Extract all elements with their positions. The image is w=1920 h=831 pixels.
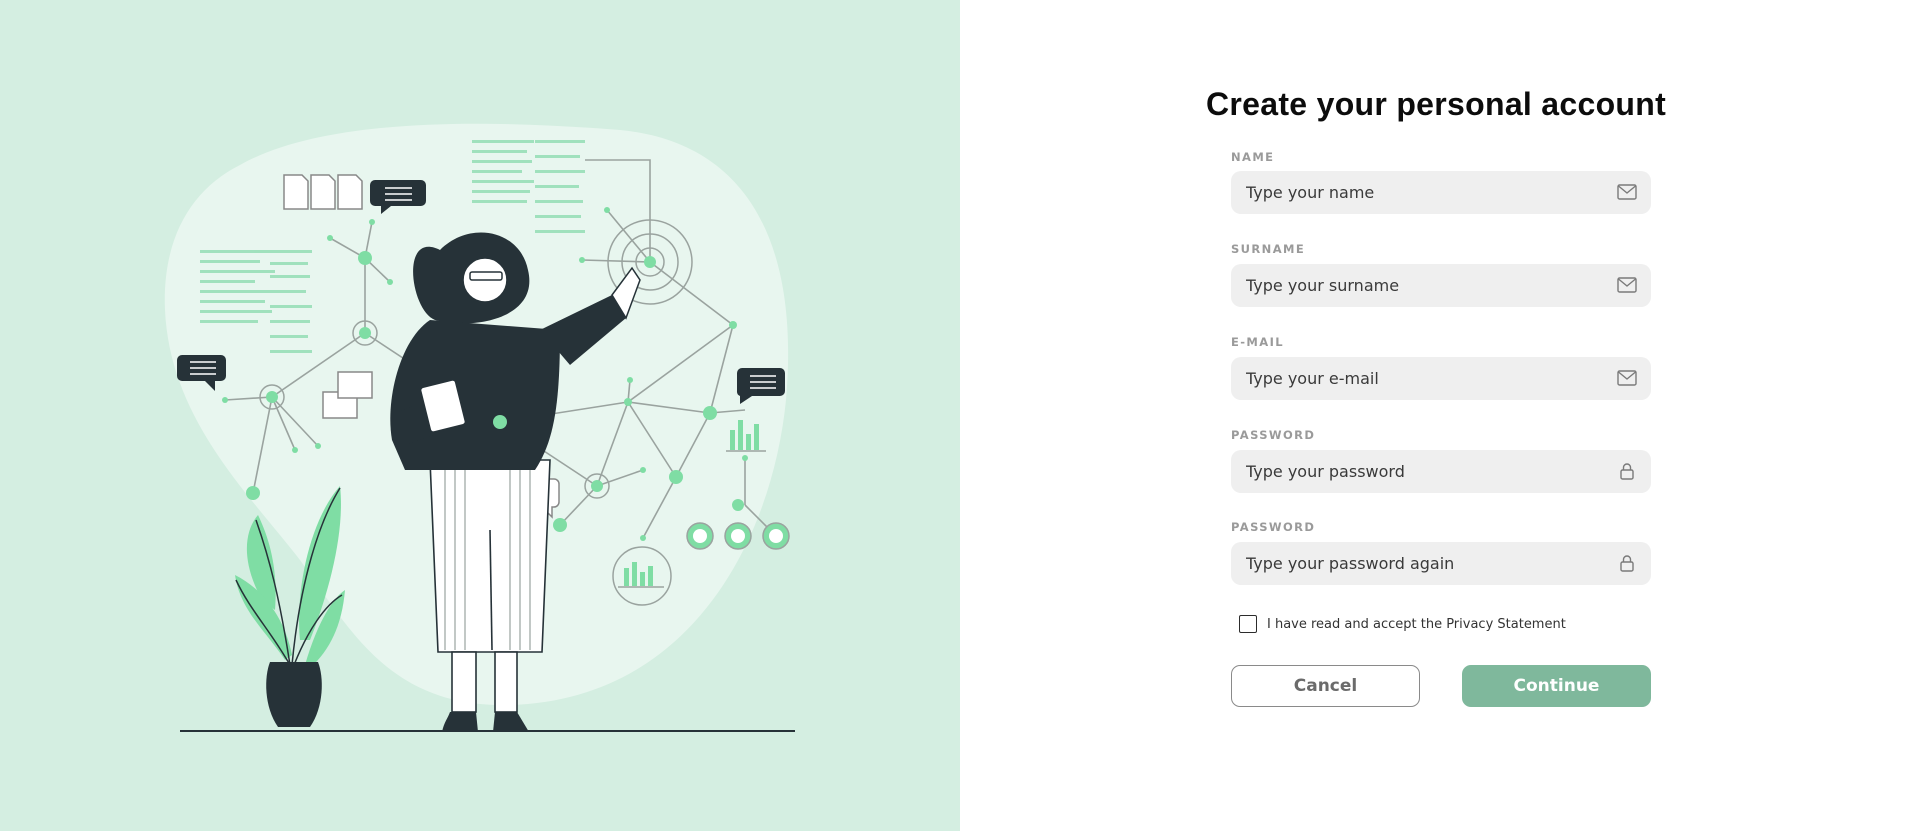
continue-button[interactable]: Continue — [1462, 665, 1651, 707]
email-input[interactable] — [1231, 357, 1601, 400]
email-field — [1231, 357, 1651, 400]
privacy-label[interactable]: I have read and accept the Privacy State… — [1267, 617, 1566, 632]
name-input[interactable] — [1231, 171, 1601, 214]
password-confirm-label: PASSWORD — [1231, 520, 1316, 534]
page-title: Create your personal account — [1206, 86, 1667, 122]
illustration-panel — [0, 0, 960, 831]
mail-icon — [1617, 184, 1637, 200]
mail-icon — [1617, 370, 1637, 386]
mail-icon — [1617, 277, 1637, 293]
password-field — [1231, 450, 1651, 493]
cancel-button[interactable]: Cancel — [1231, 665, 1420, 707]
email-label: E-MAIL — [1231, 335, 1284, 349]
surname-label: SURNAME — [1231, 242, 1306, 256]
password-confirm-input[interactable] — [1231, 542, 1601, 585]
form-panel — [960, 0, 1920, 831]
surname-input[interactable] — [1231, 264, 1601, 307]
privacy-checkbox[interactable] — [1239, 615, 1257, 633]
password-input[interactable] — [1231, 450, 1601, 493]
name-label: NAME — [1231, 150, 1275, 164]
lock-icon — [1620, 555, 1634, 572]
surname-field — [1231, 264, 1651, 307]
password-confirm-field — [1231, 542, 1651, 585]
password-label: PASSWORD — [1231, 428, 1316, 442]
woman-network-illustration — [164, 123, 795, 732]
lock-icon — [1620, 463, 1634, 480]
name-field — [1231, 171, 1651, 214]
